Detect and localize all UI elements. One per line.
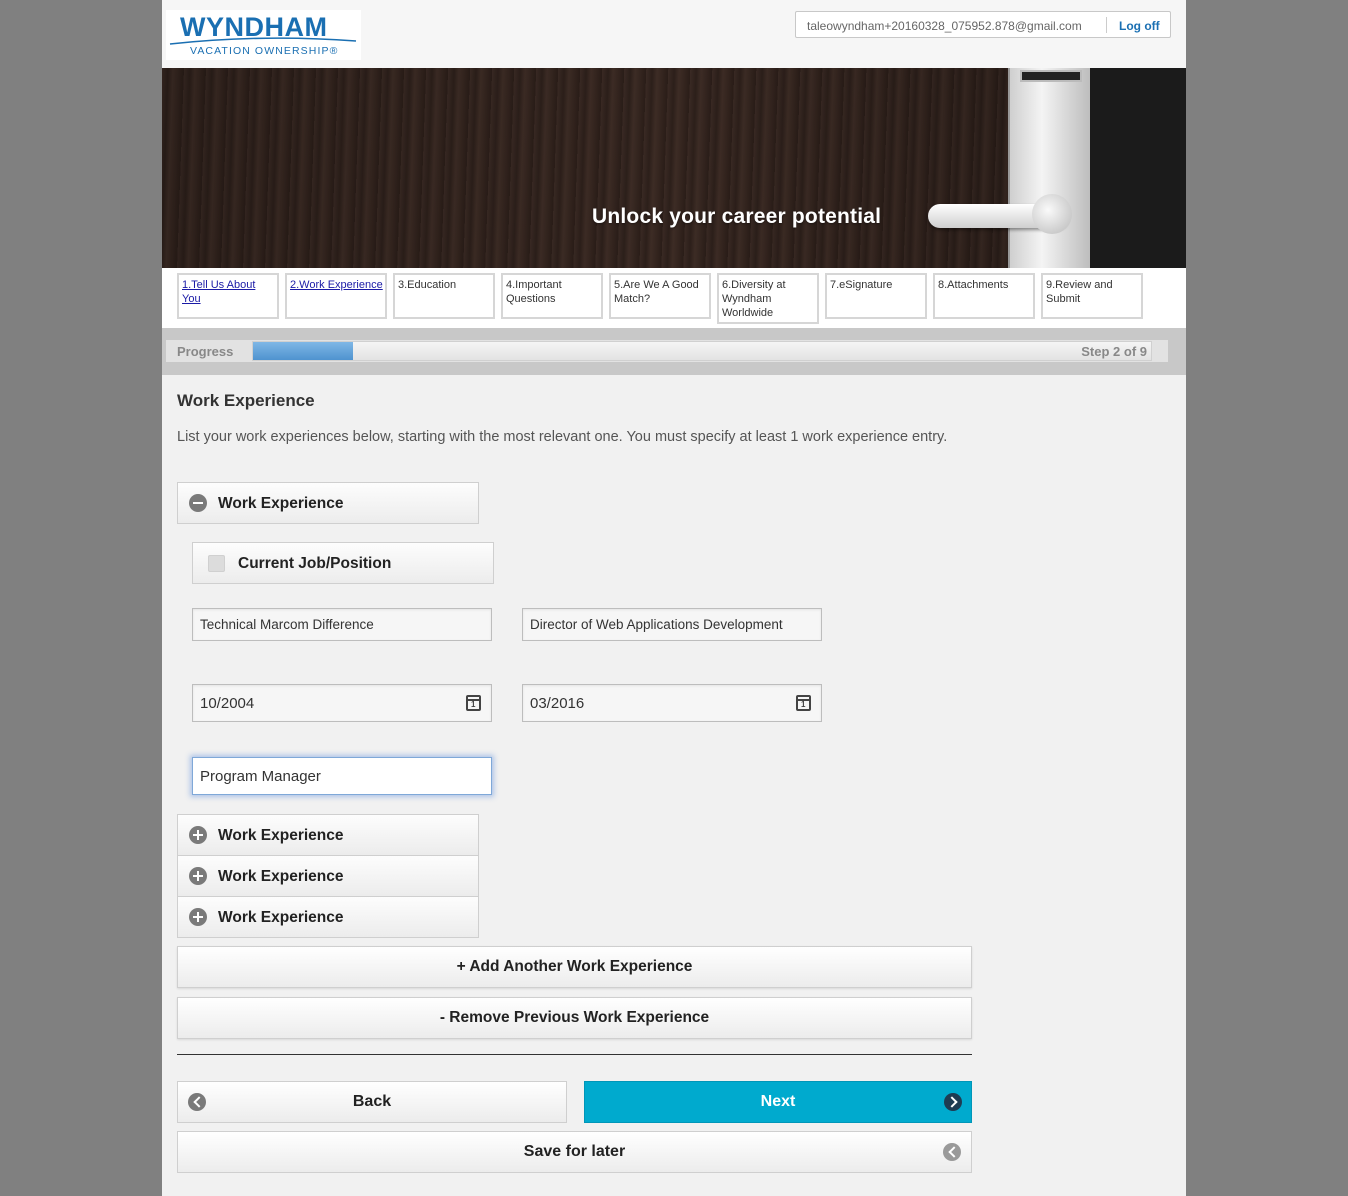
next-arrow-icon	[944, 1093, 962, 1111]
work-experience-header-collapsed[interactable]: Work Experience	[177, 896, 479, 938]
work-experience-label: Work Experience	[218, 909, 344, 926]
page-title: Work Experience	[177, 391, 315, 410]
step-1[interactable]: 1.Tell Us About You	[177, 273, 279, 319]
logo-subtitle: VACATION OWNERSHIP®	[190, 45, 339, 57]
step-5-label: 5.Are We A Good Match?	[614, 279, 699, 305]
start-date-field[interactable]	[192, 684, 492, 722]
save-for-later-button[interactable]: Save for later	[177, 1131, 972, 1173]
job-title-field[interactable]	[522, 608, 822, 641]
door-knob-image	[1032, 194, 1072, 234]
expand-plus-icon[interactable]	[189, 826, 207, 844]
employer-field[interactable]	[192, 608, 492, 641]
next-button[interactable]: Next	[584, 1081, 972, 1123]
step-9: 9.Review and Submit	[1041, 273, 1143, 319]
work-experience-header-collapsed[interactable]: Work Experience	[177, 814, 479, 856]
step-3: 3.Education	[393, 273, 495, 319]
work-experience-label: Work Experience	[218, 868, 344, 885]
step-navigation: 1.Tell Us About You 2.Work Experience 3.…	[162, 268, 1186, 328]
work-experience-label: Work Experience	[218, 495, 344, 512]
work-experience-header-expanded[interactable]: Work Experience	[177, 482, 479, 524]
step-1-link[interactable]: 1.Tell Us About You	[182, 279, 255, 305]
lock-slot	[1020, 70, 1082, 82]
start-date-input[interactable]	[193, 685, 491, 721]
back-arrow-icon	[188, 1093, 206, 1111]
step-6-label: 6.Diversity at Wyndham Worldwide	[722, 279, 786, 319]
expand-plus-icon[interactable]	[189, 908, 207, 926]
save-label: Save for later	[523, 1143, 626, 1160]
application-page: WYNDHAM VACATION OWNERSHIP® taleowyndham…	[162, 0, 1186, 1196]
position-input[interactable]	[193, 758, 491, 794]
logoff-link[interactable]: Log off	[1119, 19, 1160, 33]
calendar-icon[interactable]	[466, 695, 481, 711]
progress-track	[252, 341, 1152, 361]
current-job-label: Current Job/Position	[238, 555, 392, 572]
current-job-checkbox-row[interactable]: Current Job/Position	[192, 542, 494, 584]
remove-work-experience-button[interactable]: - Remove Previous Work Experience	[177, 997, 972, 1039]
user-box: taleowyndham+20160328_075952.878@gmail.c…	[795, 11, 1171, 38]
add-work-experience-button[interactable]: + Add Another Work Experience	[177, 946, 972, 988]
progress-band: Progress Step 2 of 9	[162, 328, 1186, 375]
divider	[177, 1054, 972, 1055]
position-field[interactable]	[192, 757, 492, 795]
collapse-minus-icon[interactable]	[189, 494, 207, 512]
progress-bar-container: Progress Step 2 of 9	[166, 340, 1168, 362]
step-4: 4.Important Questions	[501, 273, 603, 319]
job-title-input[interactable]	[523, 609, 821, 640]
top-bar: WYNDHAM VACATION OWNERSHIP® taleowyndham…	[162, 0, 1186, 68]
back-label: Back	[352, 1093, 392, 1110]
next-label: Next	[760, 1093, 796, 1110]
step-3-label: 3.Education	[398, 279, 457, 291]
hero-banner: Unlock your career potential	[162, 68, 1186, 268]
intro-text: List your work experiences below, starti…	[177, 429, 948, 445]
work-experience-header-collapsed[interactable]: Work Experience	[177, 855, 479, 897]
step-7-label: 7.eSignature	[830, 279, 893, 291]
wyndham-logo: WYNDHAM VACATION OWNERSHIP®	[166, 10, 361, 60]
step-8: 8.Attachments	[933, 273, 1035, 319]
separator	[1106, 17, 1107, 33]
step-2-link[interactable]: 2.Work Experience	[290, 279, 383, 291]
progress-fill	[253, 342, 353, 360]
step-9-label: 9.Review and Submit	[1046, 279, 1113, 305]
step-5: 5.Are We A Good Match?	[609, 273, 711, 319]
step-8-label: 8.Attachments	[938, 279, 1009, 291]
step-7: 7.eSignature	[825, 273, 927, 319]
door-lock-image	[1008, 68, 1090, 268]
user-email: taleowyndham+20160328_075952.878@gmail.c…	[807, 19, 1082, 33]
back-button[interactable]: Back	[177, 1081, 567, 1123]
end-date-input[interactable]	[523, 685, 821, 721]
work-experience-label: Work Experience	[218, 827, 344, 844]
banner-door-edge	[1082, 68, 1186, 268]
expand-plus-icon[interactable]	[189, 867, 207, 885]
banner-tagline: Unlock your career potential	[592, 205, 882, 228]
step-6: 6.Diversity at Wyndham Worldwide	[717, 273, 819, 324]
employer-input[interactable]	[193, 609, 491, 640]
current-job-checkbox[interactable]	[208, 555, 225, 572]
progress-step-text: Step 2 of 9	[1081, 344, 1147, 359]
end-date-field[interactable]	[522, 684, 822, 722]
calendar-icon[interactable]	[796, 695, 811, 711]
step-2[interactable]: 2.Work Experience	[285, 273, 387, 319]
save-arrow-icon	[943, 1143, 961, 1161]
progress-label: Progress	[177, 344, 234, 359]
step-4-label: 4.Important Questions	[506, 279, 562, 305]
